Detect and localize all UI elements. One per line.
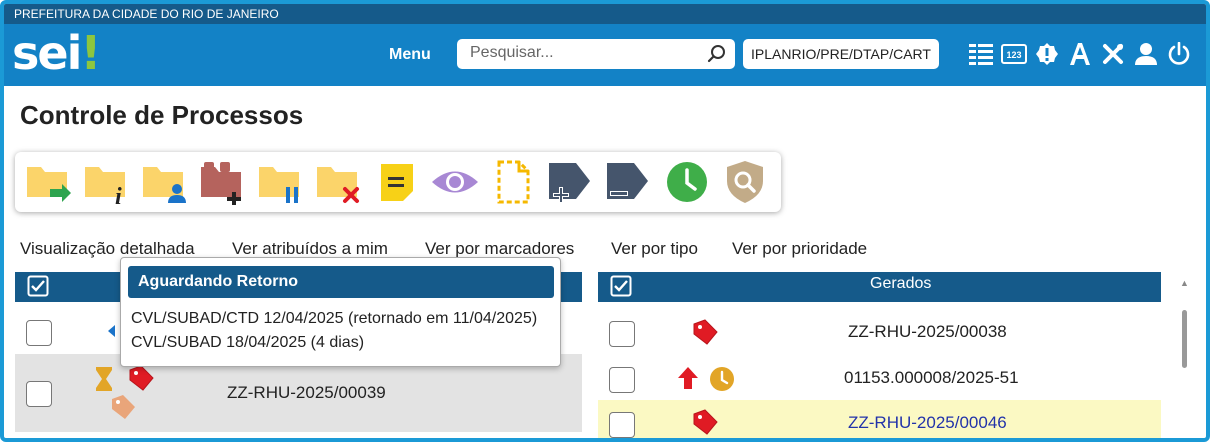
scroll-up-icon[interactable]: ▲ (1180, 278, 1189, 288)
shield-search-icon[interactable] (719, 157, 771, 207)
view-assigned-link[interactable]: Ver atribuídos a mim (232, 239, 388, 259)
sei-logo[interactable]: sei! (12, 26, 101, 80)
folder-add-icon[interactable] (197, 157, 249, 207)
red-tag-icon[interactable] (691, 408, 719, 438)
search-icon[interactable] (707, 44, 727, 69)
row-checkbox[interactable] (609, 321, 635, 347)
select-all-checkbox-icon[interactable] (610, 275, 632, 302)
svg-text:123: 123 (1006, 50, 1021, 60)
search-input[interactable] (470, 39, 700, 67)
numbers-icon[interactable]: 123 (1001, 41, 1027, 67)
unit-selector[interactable]: IPLANRIO/PRE/DTAP/CART (743, 39, 939, 69)
generated-table-header: Gerados (598, 272, 1161, 302)
power-icon[interactable] (1166, 41, 1192, 67)
table-row[interactable]: ZZ-RHU-2025/00046 (598, 400, 1161, 438)
view-priority-link[interactable]: Ver por prioridade (732, 239, 867, 259)
select-all-checkbox-icon[interactable] (27, 275, 49, 302)
logo-bang: ! (80, 26, 101, 80)
row-checkbox[interactable] (26, 320, 52, 346)
action-toolbar: i (15, 152, 781, 212)
table-row[interactable]: 01153.000008/2025-51 (598, 354, 1161, 400)
top-header: sei! Menu IPLANRIO/PRE/DTAP/CART 123 (4, 24, 1206, 86)
red-tag-icon[interactable] (691, 318, 719, 351)
clock-icon[interactable] (709, 366, 735, 397)
table-row[interactable]: ZZ-RHU-2025/00038 (598, 308, 1161, 354)
folder-pause-icon[interactable] (255, 157, 307, 207)
process-number[interactable]: ZZ-RHU-2025/00038 (848, 322, 1007, 342)
tooltip-line: CVL/SUBAD/CTD 12/04/2025 (retornado em 1… (131, 310, 538, 327)
view-detailed-link[interactable]: Visualização detalhada (20, 239, 195, 259)
generated-header-title[interactable]: Gerados (870, 275, 931, 293)
priority-up-icon[interactable] (677, 366, 699, 395)
tag-add-icon[interactable] (545, 157, 597, 207)
menu-button[interactable]: Menu (389, 46, 431, 64)
orange-tag-icon[interactable] (109, 393, 137, 426)
tools-icon[interactable] (1100, 41, 1126, 67)
clock-icon[interactable] (661, 157, 713, 207)
note-icon[interactable] (371, 157, 423, 207)
vertical-scrollbar[interactable]: ▲ (1176, 272, 1196, 438)
row-checkbox[interactable] (609, 367, 635, 393)
process-number[interactable]: 01153.000008/2025-51 (844, 368, 1019, 388)
government-bar-text: PREFEITURA DA CIDADE DO RIO DE JANEIRO (14, 7, 279, 21)
search-box (457, 39, 735, 69)
eye-icon[interactable] (429, 157, 481, 207)
process-number[interactable]: ZZ-RHU-2025/00039 (227, 383, 386, 403)
row-checkbox[interactable] (609, 412, 635, 438)
tag-remove-icon[interactable] (603, 157, 655, 207)
dashed-document-icon[interactable] (487, 157, 539, 207)
page-title: Controle de Processos (20, 100, 304, 130)
scrollbar-thumb[interactable] (1182, 310, 1187, 368)
government-bar: PREFEITURA DA CIDADE DO RIO DE JANEIRO (4, 4, 1206, 24)
svg-text:i: i (115, 184, 122, 205)
folder-send-icon[interactable] (23, 157, 75, 207)
user-icon[interactable] (1133, 41, 1159, 67)
list-icon[interactable] (968, 41, 994, 67)
logo-text: sei (12, 26, 82, 80)
view-markers-link[interactable]: Ver por marcadores (425, 239, 574, 259)
alert-badge-icon[interactable] (1034, 41, 1060, 67)
tooltip-line: CVL/SUBAD 18/04/2025 (4 dias) (131, 334, 365, 351)
row-checkbox[interactable] (26, 381, 52, 407)
folder-cancel-icon[interactable] (313, 157, 365, 207)
status-tooltip: Aguardando Retorno CVL/SUBAD/CTD 12/04/2… (120, 257, 561, 367)
folder-user-icon[interactable] (139, 157, 191, 207)
process-number[interactable]: ZZ-RHU-2025/00046 (848, 413, 1007, 433)
view-type-link[interactable]: Ver por tipo (611, 239, 698, 259)
font-size-icon[interactable] (1067, 41, 1093, 67)
tooltip-title: Aguardando Retorno (128, 266, 554, 298)
arrow-left-icon (107, 324, 121, 343)
header-icons: 123 (968, 41, 1192, 67)
app-frame: PREFEITURA DA CIDADE DO RIO DE JANEIRO s… (0, 0, 1210, 442)
folder-info-icon[interactable]: i (81, 157, 133, 207)
